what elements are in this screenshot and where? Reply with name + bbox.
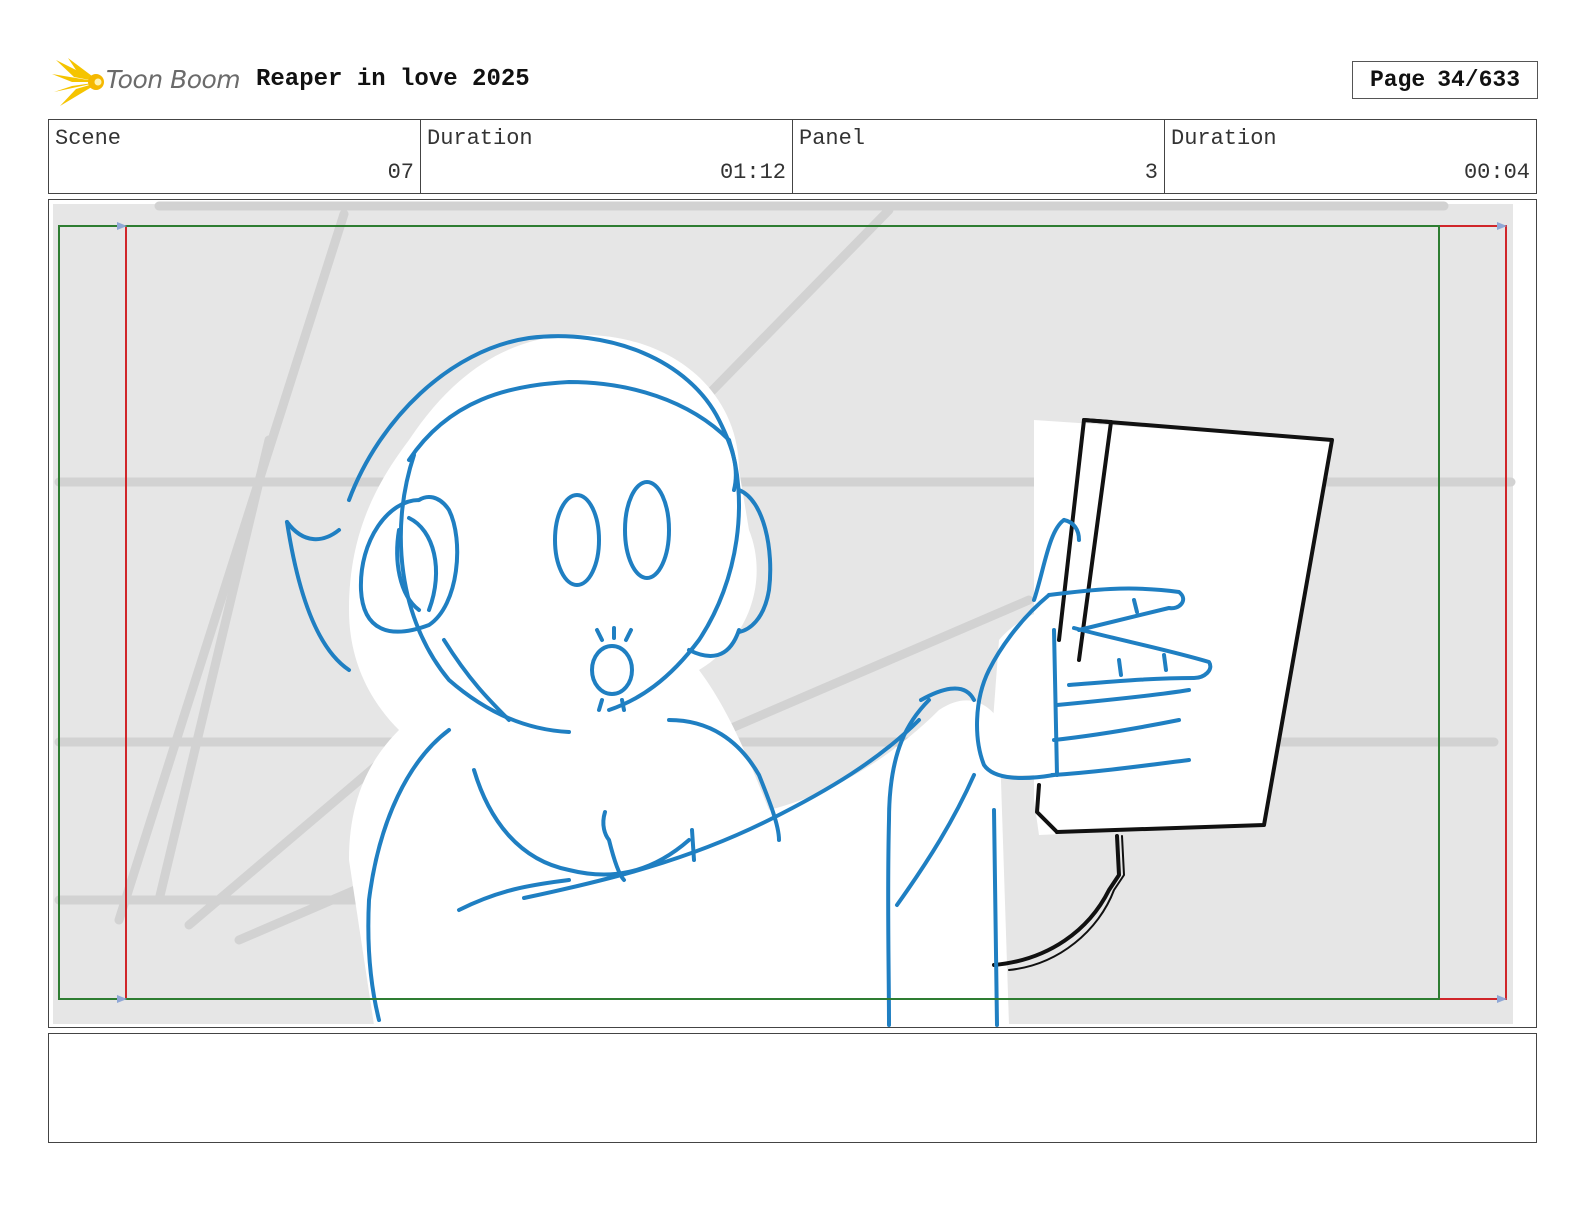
scene-cell: Scene 07 [49,120,421,193]
page-label: Page [1369,67,1426,93]
scene-duration-value: 01:12 [719,160,786,185]
panel-label: Panel [799,126,866,151]
panel-notes-box [48,1033,1537,1143]
page-header: Toon Boom Reaper in love 2025 Page 34/63… [50,56,1538,108]
page-number: 34/633 [1437,67,1521,93]
scene-duration-cell: Duration 01:12 [421,120,793,193]
page-indicator: Page 34/633 [1352,61,1538,99]
panel-cell: Panel 3 [793,120,1165,193]
project-title: Reaper in love 2025 [256,66,530,93]
toon-boom-logo-icon [52,58,104,106]
panel-value: 3 [1144,160,1158,185]
panel-duration-value: 00:04 [1463,160,1530,185]
scene-duration-label: Duration [427,126,533,151]
panel-duration-cell: Duration 00:04 [1165,120,1536,193]
scene-value: 07 [387,160,414,185]
toon-boom-logo: Toon Boom [52,56,242,108]
panel-duration-label: Duration [1171,126,1277,151]
storyboard-panel-image [48,199,1537,1028]
logo-text: Toon Boom [106,65,241,94]
storyboard-sketch [49,200,1536,1027]
panel-info-bar: Scene 07 Duration 01:12 Panel 3 Duration… [48,119,1537,194]
scene-label: Scene [55,126,122,151]
